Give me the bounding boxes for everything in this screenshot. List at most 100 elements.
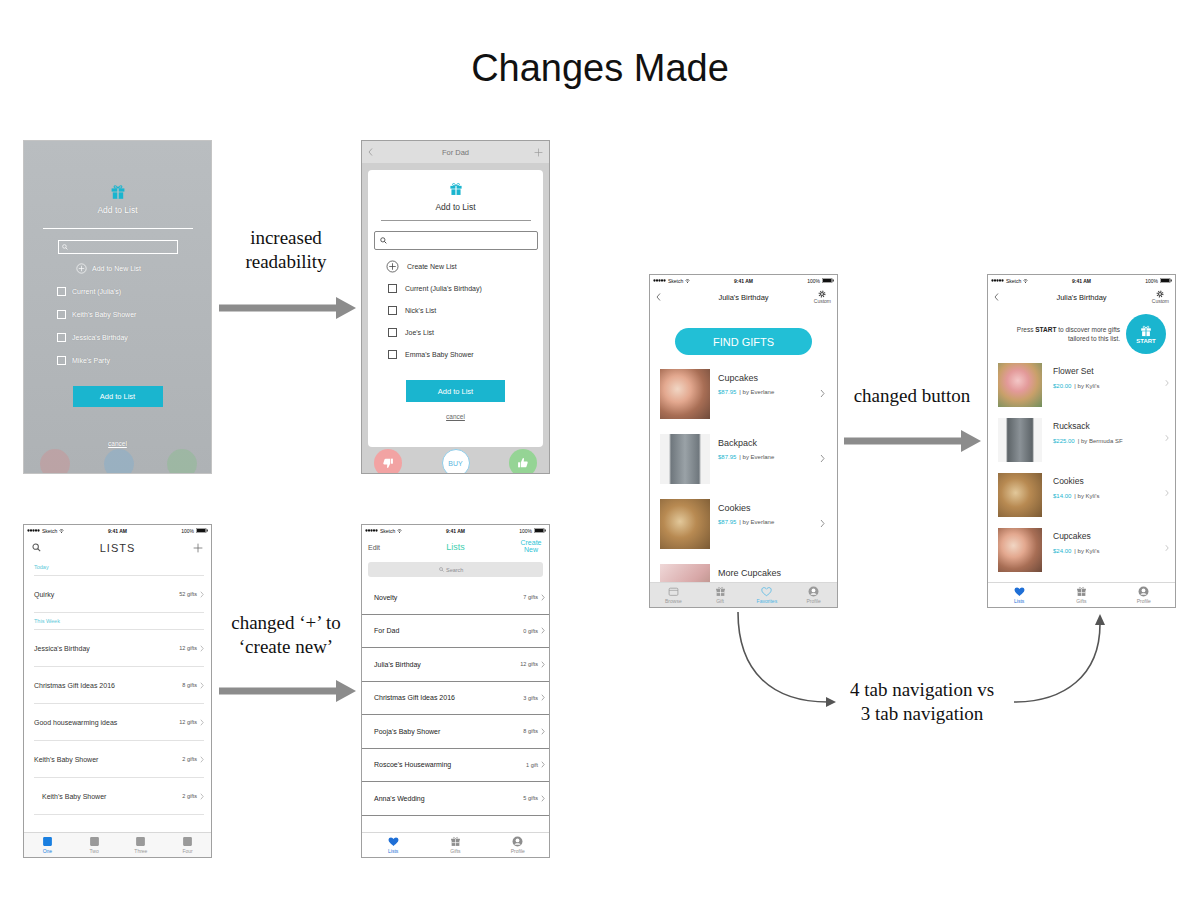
find-gifts-area: FIND GIFTS [650, 308, 837, 369]
add-new-list[interactable]: Add to New List [76, 262, 141, 274]
carrier: Sketch [668, 278, 683, 284]
tab[interactable]: Lists [1004, 586, 1034, 604]
create-new-list[interactable]: Create New List [388, 259, 457, 273]
list-row[interactable]: Quirky52 gifts [34, 576, 204, 613]
search-icon [62, 244, 68, 250]
list-option[interactable]: Current (Julia's) [57, 285, 121, 297]
like-button[interactable] [509, 449, 537, 474]
nav-bar: Julia's BirthdayCustom [988, 286, 1175, 308]
gift-row[interactable]: Cookies$87.95| by Everlane [660, 499, 837, 564]
start-button[interactable]: START [1126, 314, 1166, 354]
list-row[interactable]: Christmas Gift Ideas 20163 gifts [362, 682, 549, 716]
plus-icon[interactable] [534, 148, 543, 157]
dislike-button[interactable] [374, 449, 402, 474]
search-input[interactable] [446, 567, 472, 573]
custom-button[interactable]: Custom [814, 290, 831, 304]
list-row[interactable]: Pooja's Baby Shower8 gifts [362, 715, 549, 749]
list-row[interactable]: Novelty7 gifts [362, 581, 549, 615]
checkbox[interactable] [388, 350, 397, 359]
chevron-right-icon [820, 389, 825, 398]
tab[interactable]: Profile [503, 836, 533, 854]
list-row[interactable]: Roscoe's Housewarming1 gift [362, 749, 549, 783]
battery-level: 100% [519, 528, 532, 534]
add-to-list-button[interactable]: Add to List [406, 380, 505, 402]
search-icon[interactable] [32, 543, 41, 552]
checkbox[interactable] [388, 284, 397, 293]
gift-row[interactable]: Cupcakes$87.95| by Everlane [660, 369, 837, 434]
product-photo [998, 363, 1042, 407]
edit-button[interactable]: Edit [368, 544, 380, 551]
list-row[interactable]: Julia's Birthday12 gifts [362, 648, 549, 682]
tab[interactable]: Three [126, 836, 156, 854]
list-row[interactable]: Good housewarming ideas12 gifts [34, 704, 204, 741]
signal-icon [653, 279, 666, 282]
list-option[interactable]: Emma's Baby Shower [388, 347, 474, 361]
list-row[interactable]: Keith's Baby Shower2 gifts [34, 778, 204, 815]
gift-row[interactable]: Flower Set$20.00| by Kyli's [998, 360, 1175, 415]
custom-button[interactable]: Custom [1152, 290, 1169, 304]
tab[interactable]: One [32, 836, 62, 854]
chevron-right-icon [200, 682, 204, 689]
list-row[interactable]: Keith's Baby Shower2 gifts [34, 741, 204, 778]
list-option[interactable]: Mike's Party [57, 354, 110, 366]
add-to-list-dialog: Add to List Add to New List Current (Julia… [24, 141, 211, 447]
hint-text: Press START to discover more gifts tailo… [1014, 325, 1120, 344]
list-option[interactable]: Keith's Baby Shower [57, 308, 136, 320]
find-gifts-button[interactable]: FIND GIFTS [675, 328, 812, 355]
gift-row[interactable]: Cookies$14.00| by Kyli's [998, 470, 1175, 525]
checkbox[interactable] [388, 328, 397, 337]
chevron-right-icon [200, 719, 204, 726]
checkbox[interactable] [57, 356, 66, 365]
battery-level: 100% [181, 528, 194, 534]
search-field[interactable] [374, 231, 538, 250]
gift-price-line: $87.95| by Everlane [718, 389, 812, 395]
tab[interactable]: Lists [378, 836, 408, 854]
tab[interactable]: Profile [1129, 586, 1159, 604]
cancel-link[interactable]: cancel [446, 413, 465, 420]
screen-title: LISTS [66, 542, 169, 554]
tab[interactable]: Gift [705, 586, 735, 604]
back-icon[interactable] [368, 148, 373, 156]
checkbox[interactable] [57, 287, 66, 296]
search-field[interactable] [58, 240, 178, 254]
list-option[interactable]: Jessica's Birthday [57, 331, 128, 343]
list-row[interactable]: Anna's Wedding5 gifts [362, 782, 549, 816]
tab-bar: One Two Three Four [24, 832, 211, 857]
search-field[interactable] [368, 562, 543, 577]
back-icon[interactable] [994, 293, 999, 301]
plus-icon[interactable] [193, 543, 203, 553]
gift-row[interactable]: Rucksack$225.00| by Bermuda SF [998, 415, 1175, 470]
carrier: Sketch [380, 528, 395, 534]
tab[interactable]: Gifts [1066, 586, 1096, 604]
list-option[interactable]: Current (Julia's Birthday) [388, 281, 482, 295]
gift-icon [450, 836, 461, 847]
list-name: Julia's Birthday [374, 661, 421, 668]
gift-row[interactable]: Backpack$87.95| by Everlane [660, 434, 837, 499]
gift-row[interactable]: More Cupcakes [660, 564, 837, 582]
create-new-button[interactable]: Create New [519, 540, 543, 553]
tab[interactable]: Browse [658, 586, 688, 604]
tab[interactable]: Profile [799, 586, 829, 604]
tab[interactable]: Favorites [752, 586, 782, 604]
list-row[interactable]: Jessica's Birthday12 gifts [34, 630, 204, 667]
list-row[interactable]: For Dad0 gifts [362, 615, 549, 649]
list-option[interactable]: Joe's List [388, 325, 434, 339]
gift-row[interactable]: Cupcakes$24.00| by Kyli's [998, 525, 1175, 580]
list-row[interactable]: Christmas Gift Ideas 20168 gifts [34, 667, 204, 704]
back-icon[interactable] [656, 293, 661, 301]
checkbox[interactable] [388, 306, 397, 315]
tab[interactable]: Two [79, 836, 109, 854]
tab[interactable]: Gifts [440, 836, 470, 854]
list-option-label: Nick's List [405, 307, 436, 314]
checkbox[interactable] [57, 333, 66, 342]
cancel-link[interactable]: cancel [108, 440, 127, 447]
gift-info: Cookies$14.00| by Kyli's [1053, 473, 1154, 499]
checkbox[interactable] [57, 310, 66, 319]
tab-label: Three [134, 848, 147, 854]
buy-button[interactable]: BUY [442, 449, 470, 474]
add-to-list-button[interactable]: Add to List [73, 386, 163, 407]
list-option[interactable]: Nick's List [388, 303, 436, 317]
gift-price: $87.95 [718, 519, 736, 525]
gift-list: Flower Set$20.00| by Kyli'sRucksack$225.… [988, 360, 1175, 582]
tab[interactable]: Four [173, 836, 203, 854]
